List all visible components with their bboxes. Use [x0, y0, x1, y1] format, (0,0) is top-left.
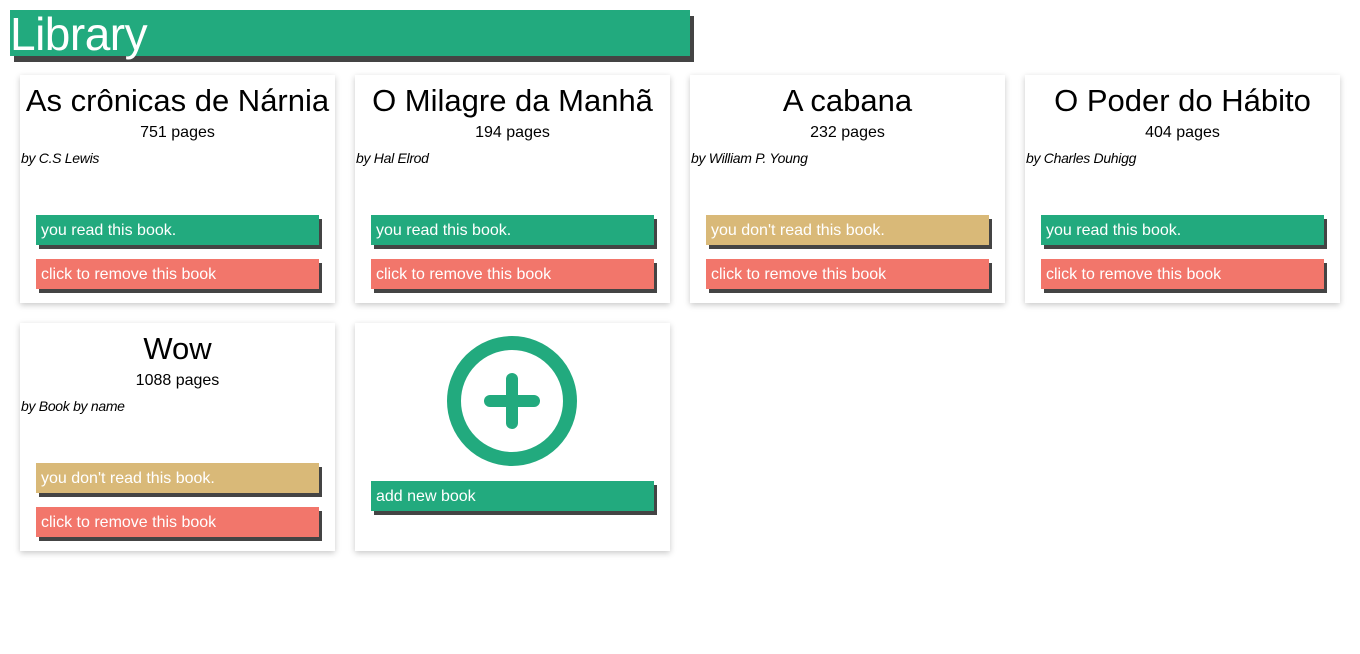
unread-status-button[interactable]: you don't read this book.: [706, 215, 989, 245]
remove-book-button[interactable]: click to remove this book: [1041, 259, 1324, 289]
book-author: by Charles Duhigg: [1026, 150, 1137, 166]
remove-book-button[interactable]: click to remove this book: [706, 259, 989, 289]
read-status-button[interactable]: you read this book.: [1041, 215, 1324, 245]
page-title: Library: [10, 8, 148, 60]
book-title: O Milagre da Manhã: [372, 83, 653, 118]
remove-book-button[interactable]: click to remove this book: [371, 259, 654, 289]
plus-circle-icon[interactable]: [446, 335, 578, 467]
book-author: by Book by name: [21, 398, 125, 414]
book-title: O Poder do Hábito: [1054, 83, 1311, 118]
book-title: A cabana: [782, 83, 913, 118]
unread-status-button[interactable]: you don't read this book.: [36, 463, 319, 493]
book-card: O Poder do Hábito 404 pages by Charles D…: [1025, 75, 1340, 303]
library-header: Library: [10, 8, 690, 60]
book-author: by Hal Elrod: [356, 150, 429, 166]
book-card: As crônicas de Nárnia 751 pages by C.S L…: [20, 75, 335, 303]
book-author: by William P. Young: [691, 150, 808, 166]
book-pages: 194 pages: [475, 124, 550, 141]
read-status-button[interactable]: you read this book.: [36, 215, 319, 245]
book-card: O Milagre da Manhã 194 pages by Hal Elro…: [355, 75, 670, 303]
book-title: Wow: [143, 331, 212, 366]
book-pages: 404 pages: [1145, 124, 1220, 141]
book-card: A cabana 232 pages by William P. Young y…: [690, 75, 1005, 303]
book-pages: 232 pages: [810, 124, 885, 141]
add-book-button[interactable]: add new book: [371, 481, 654, 511]
read-status-button[interactable]: you read this book.: [371, 215, 654, 245]
book-pages: 1088 pages: [135, 372, 220, 389]
add-book-card: add new book: [355, 323, 670, 551]
remove-book-button[interactable]: click to remove this book: [36, 507, 319, 537]
remove-book-button[interactable]: click to remove this book: [36, 259, 319, 289]
book-card: Wow 1088 pages by Book by name you don't…: [20, 323, 335, 551]
book-title: As crônicas de Nárnia: [25, 83, 330, 118]
book-pages: 751 pages: [140, 124, 215, 141]
book-author: by C.S Lewis: [21, 150, 100, 166]
